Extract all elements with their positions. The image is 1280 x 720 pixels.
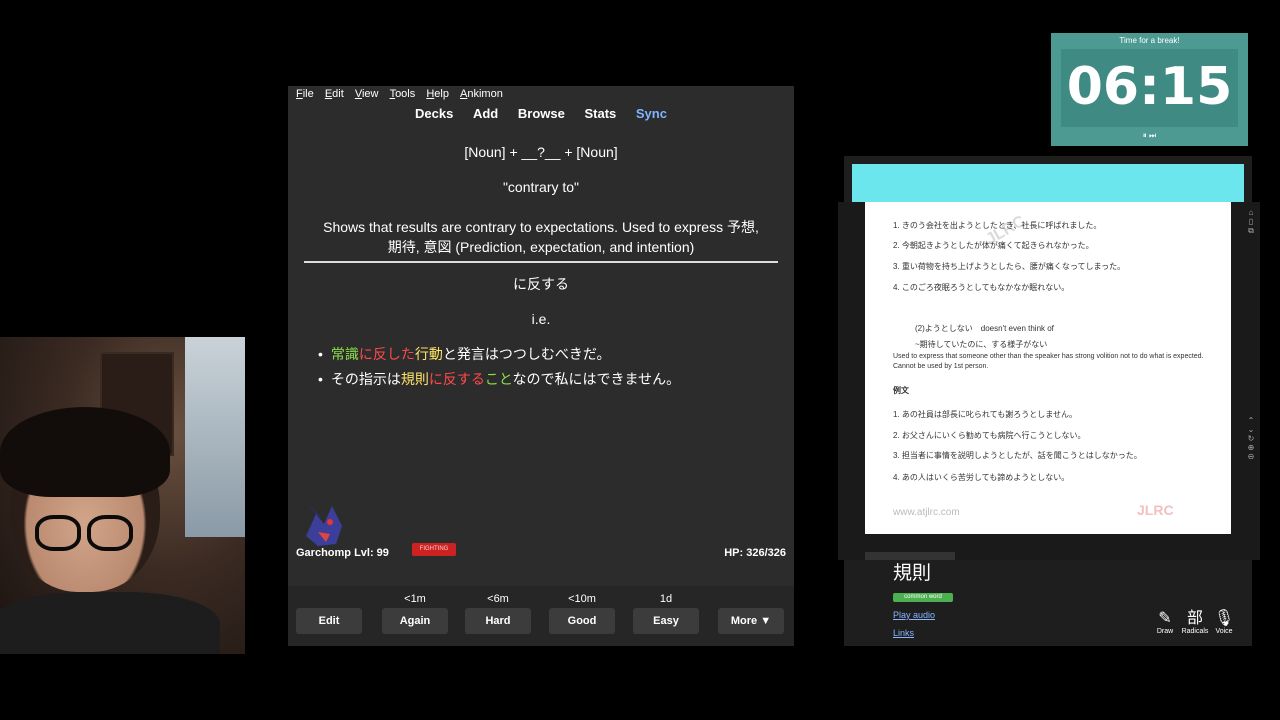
pencil-icon: ✎: [1158, 610, 1172, 627]
hard-button[interactable]: Hard: [465, 608, 531, 634]
toolbar-stats[interactable]: Stats: [584, 106, 616, 121]
scroll-up-icon[interactable]: ⌃: [1244, 416, 1258, 425]
voice-label: Voice: [1215, 628, 1233, 635]
pdf-footer-url: www.atjlrc.com: [893, 507, 960, 518]
pdf-line: 1. あの社員は部長に叱られても謝ろうとしません。: [893, 410, 1078, 419]
zoom-in-icon[interactable]: ⊕: [1244, 443, 1258, 452]
more-button[interactable]: More ▼: [718, 608, 784, 634]
easy-button[interactable]: Easy: [633, 608, 699, 634]
pdf-line: 2. お父さんにいくら勧めても病院へ行こうとしない。: [893, 431, 1086, 440]
home-icon[interactable]: ⌂: [1244, 208, 1258, 217]
break-timer: Time for a break! 06:15 ⏸ ⏭: [1051, 33, 1248, 146]
pdf-note: Used to express that someone other than …: [893, 353, 1204, 360]
menu-tools[interactable]: Tools: [390, 88, 416, 100]
toolbar-sync[interactable]: Sync: [636, 106, 667, 121]
card-explanation-line-2: 期待, 意図 (Prediction, expectation, and int…: [387, 239, 695, 255]
card-answer: に反する: [513, 276, 569, 292]
timer-display: 06:15: [1061, 49, 1238, 127]
example-list: 常識に反した行動と発言はつつしむべきだ。 その指示は規則に反することなので私には…: [318, 344, 680, 394]
menu-file[interactable]: File: [296, 88, 314, 100]
menu-help[interactable]: Help: [426, 88, 449, 100]
pdf-line: 4. あの人はいくら苦労しても諦めようとしない。: [893, 473, 1070, 482]
webcam-feed: [0, 337, 245, 654]
anki-window: File Edit View Tools Help Ankimon Decks …: [288, 86, 794, 646]
pdf-subheading: ~期待していたのに、する様子がない: [915, 340, 1048, 349]
toolbar-add[interactable]: Add: [473, 106, 498, 121]
pdf-heading: (2)ようとしない doesn't even think of: [915, 324, 1054, 333]
pdf-footer-logo: JLRC: [1137, 502, 1174, 518]
zoom-out-icon[interactable]: ⊖: [1244, 452, 1258, 461]
webcam-person-hair: [0, 407, 170, 497]
pdf-page: JLRC 1. きのう会社を出ようとしたとき、社長に呼ばれました。 2. 今朝起…: [865, 202, 1231, 534]
timer-time: 06:15: [1066, 57, 1233, 117]
easy-due: 1d: [659, 593, 673, 605]
voice-tool[interactable]: 🎙 Voice: [1210, 610, 1238, 635]
pdf-line: 1. きのう会社を出ようとしたとき、社長に呼ばれました。: [893, 221, 1102, 230]
card-ie: i.e.: [531, 311, 551, 327]
radical-icon: 部: [1186, 610, 1203, 627]
scroll-down-icon[interactable]: ⌄: [1244, 425, 1258, 434]
timer-controls[interactable]: ⏸ ⏭: [1051, 131, 1248, 141]
draw-label: Draw: [1156, 628, 1174, 635]
card-meaning: "contrary to": [502, 179, 580, 195]
toolbar-decks[interactable]: Decks: [415, 106, 453, 121]
pdf-note: Cannot be used by 1st person.: [893, 363, 989, 370]
pdf-reibun: 例文: [893, 386, 909, 395]
menu-view[interactable]: View: [355, 88, 379, 100]
toolbar-browse[interactable]: Browse: [518, 106, 565, 121]
good-button[interactable]: Good: [549, 608, 615, 634]
card-content: [Noun] + __?__ + [Noun] "contrary to" Sh…: [288, 130, 794, 540]
copy-icon[interactable]: ⧉: [1244, 226, 1258, 236]
pdf-line: 4. このごろ夜眠ろうとしてもなかなか眠れない。: [893, 283, 1070, 292]
menu-bar: File Edit View Tools Help Ankimon: [288, 86, 794, 104]
pokemon-type-badge: FIGHTING: [412, 543, 456, 556]
pdf-viewer[interactable]: JLRC 1. きのう会社を出ようとしたとき、社長に呼ばれました。 2. 今朝起…: [838, 202, 1260, 560]
game-background-strip: [852, 164, 1244, 204]
pdf-line: 3. 重い荷物を持ち上げようとしたら、腰が痛くなってしまった。: [893, 262, 1126, 271]
answer-bar: Edit <1m Again <6m Hard <10m Good 1d Eas…: [288, 586, 794, 646]
example-sentence-2: その指示は規則に反することなので私にはできません。: [318, 369, 680, 389]
pokemon-hp: HP: 326/326: [724, 547, 786, 559]
again-due: <1m: [404, 593, 426, 605]
hard-due: <6m: [487, 593, 509, 605]
common-word-badge: common word: [893, 593, 953, 602]
links-link[interactable]: Links: [893, 628, 914, 638]
reference-panel: JLRC 1. きのう会社を出ようとしたとき、社長に呼ばれました。 2. 今朝起…: [838, 156, 1260, 646]
pokemon-name-level: Garchomp Lvl: 99: [296, 547, 389, 559]
again-button[interactable]: Again: [382, 608, 448, 634]
card-pattern: [Noun] + __?__ + [Noun]: [464, 144, 618, 160]
pdf-line: 2. 今朝起きようとしたが体が痛くて起きられなかった。: [893, 241, 1094, 250]
card-explanation-line-1: Shows that results are contrary to expec…: [323, 219, 759, 235]
card-divider: [304, 261, 778, 263]
draw-tool[interactable]: ✎ Draw: [1151, 610, 1179, 635]
example-sentence-1: 常識に反した行動と発言はつつしむべきだ。: [318, 344, 680, 364]
dictionary-word: 規則: [893, 563, 932, 584]
main-toolbar: Decks Add Browse Stats Sync: [288, 106, 794, 126]
microphone-icon: 🎙: [1213, 610, 1235, 627]
radicals-tool[interactable]: 部 Radicals: [1181, 610, 1209, 635]
edit-button[interactable]: Edit: [296, 608, 362, 634]
page-icon[interactable]: ▯: [1244, 217, 1258, 226]
play-audio-link[interactable]: Play audio: [893, 610, 935, 620]
menu-edit[interactable]: Edit: [325, 88, 344, 100]
timer-title: Time for a break!: [1119, 36, 1180, 45]
webcam-window: [185, 337, 245, 537]
radicals-label: Radicals: [1181, 628, 1209, 635]
garchomp-sprite: [306, 504, 342, 546]
pdf-sidebar-tools: ⌂ ▯ ⧉ ⌃ ⌄ ↻ ⊕ ⊖: [1244, 202, 1258, 560]
webcam-glasses: [35, 515, 135, 551]
good-due: <10m: [568, 593, 596, 605]
menu-ankimon[interactable]: Ankimon: [460, 88, 503, 100]
refresh-icon[interactable]: ↻: [1244, 434, 1258, 443]
pdf-line: 3. 担当者に事情を説明しようとしたが、話を聞こうとはしなかった。: [893, 451, 1142, 460]
webcam-person-body: [0, 592, 220, 654]
